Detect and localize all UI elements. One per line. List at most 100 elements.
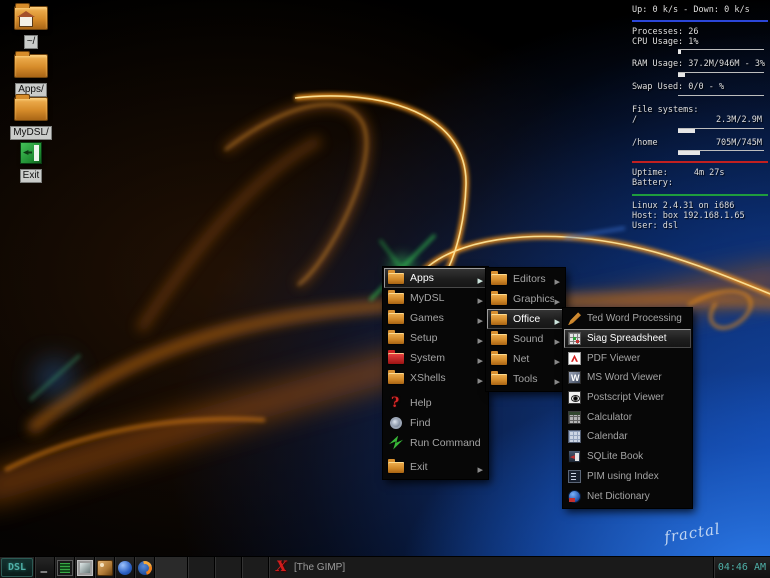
submenu-arrow-icon — [554, 290, 560, 309]
menu-item-siag-spreadsheet[interactable]: Siag Spreadsheet — [564, 329, 691, 349]
clock-text: 04:46 AM — [718, 562, 766, 573]
submenu-arrow-icon — [477, 349, 483, 368]
office-submenu: Ted Word Processing Siag Spreadsheet PDF… — [563, 308, 692, 508]
minimize-icon — [40, 562, 50, 574]
sqlite-book-icon — [568, 450, 581, 463]
home-folder-icon — [14, 6, 48, 30]
menu-item-label: Postscript Viewer — [587, 392, 687, 403]
menu-item-label: Calculator — [587, 412, 687, 423]
menu-item-exit[interactable]: Exit — [384, 457, 487, 477]
submenu-arrow-icon — [477, 369, 483, 388]
menu-item-games[interactable]: Games — [384, 308, 487, 328]
taskbar-browser-launcher[interactable] — [134, 557, 154, 578]
separator-red — [632, 161, 768, 163]
menu-item-postscript-viewer[interactable]: Postscript Viewer — [564, 388, 691, 408]
menu-item-graphics[interactable]: Graphics — [487, 289, 564, 309]
menu-item-xshells[interactable]: XShells — [384, 368, 487, 388]
uptime-value: 4m 27s — [694, 169, 725, 179]
postscript-eye-icon — [568, 391, 581, 404]
menu-item-label: Run Command — [410, 437, 483, 449]
folder-icon — [388, 462, 404, 473]
menu-item-pdf-viewer[interactable]: PDF Viewer — [564, 348, 691, 368]
menu-item-label: Office — [513, 313, 554, 325]
start-button[interactable]: DSL — [1, 558, 33, 577]
fs-home-value: 705M/745M — [716, 139, 762, 149]
submenu-arrow-icon — [554, 350, 560, 369]
menu-item-tools[interactable]: Tools — [487, 369, 564, 389]
menu-item-run-command[interactable]: Run Command — [384, 433, 487, 453]
menu-item-pim-using-index[interactable]: PIM using Index — [564, 467, 691, 487]
menu-item-label: Tools — [513, 373, 554, 385]
separator-blue — [632, 20, 768, 22]
menu-item-help[interactable]: Help — [384, 393, 487, 413]
menu-item-calendar[interactable]: Calendar — [564, 427, 691, 447]
menu-item-label: Apps — [410, 272, 477, 284]
task-button-gimp[interactable]: [The GIMP] — [268, 557, 713, 578]
calculator-icon — [568, 411, 581, 424]
fs-root-label: / — [632, 116, 637, 126]
menu-item-calculator[interactable]: Calculator — [564, 407, 691, 427]
swap-bar — [678, 95, 764, 101]
ram-usage-line: RAM Usage: 37.2M/946M - 3% — [632, 60, 768, 70]
menu-item-label: Exit — [410, 461, 477, 473]
submenu-arrow-icon — [477, 329, 483, 348]
taskbar-monitor-launcher[interactable] — [74, 557, 94, 578]
separator-green — [632, 194, 768, 196]
menu-item-label: PDF Viewer — [587, 353, 687, 364]
submenu-arrow-icon — [477, 269, 483, 288]
menu-item-label: Ted Word Processing — [587, 313, 687, 324]
submenu-arrow-icon — [554, 370, 560, 389]
task-button-label: [The GIMP] — [294, 562, 345, 573]
taskbar-empty-slot — [241, 557, 268, 578]
menu-item-label: MS Word Viewer — [587, 372, 687, 383]
menu-item-label: Games — [410, 312, 477, 324]
menu-item-system[interactable]: System — [384, 348, 487, 368]
menu-item-label: PIM using Index — [587, 471, 687, 482]
menu-item-sound[interactable]: Sound — [487, 329, 564, 349]
menu-item-label: XShells — [410, 372, 477, 384]
submenu-arrow-icon — [477, 458, 483, 477]
menu-item-find[interactable]: Find — [384, 413, 487, 433]
menu-item-net-dictionary[interactable]: Net Dictionary — [564, 486, 691, 506]
desktop-icon-apps[interactable]: Apps/ — [2, 50, 60, 97]
menu-item-mydsl[interactable]: MyDSL — [384, 288, 487, 308]
menu-item-label: Help — [410, 397, 483, 409]
desktop-icon-home[interactable]: ~/ — [2, 2, 60, 49]
fs-home-bar — [678, 150, 764, 156]
net-speed-line: Up: 0 k/s - Down: 0 k/s — [632, 6, 768, 16]
folder-icon — [491, 314, 507, 325]
taskbar-filemanager-launcher[interactable] — [94, 557, 114, 578]
menu-item-setup[interactable]: Setup — [384, 328, 487, 348]
fs-home-row: /home 705M/745M — [632, 139, 768, 149]
menu-item-editors[interactable]: Editors — [487, 269, 564, 289]
clock: 04:46 AM — [713, 557, 770, 578]
menu-item-office[interactable]: Office — [487, 309, 564, 329]
menu-item-sqlite-book[interactable]: SQLite Book — [564, 447, 691, 467]
dictionary-globe-icon — [568, 490, 581, 503]
menu-item-label: Editors — [513, 273, 554, 285]
folder-icon — [388, 333, 404, 344]
desktop: fractal ~/ Apps/ MyDSL/ Exit Up: 0 k/s -… — [0, 0, 770, 578]
desktop-icon-exit[interactable]: Exit — [2, 138, 60, 183]
menu-item-ms-word-viewer[interactable]: MS Word Viewer — [564, 368, 691, 388]
taskbar-editor-launcher[interactable] — [114, 557, 134, 578]
menu-item-label: MyDSL — [410, 292, 477, 304]
menu-item-label: Setup — [410, 332, 477, 344]
taskbar-minimize-button[interactable] — [34, 557, 54, 578]
taskbar-terminal-launcher[interactable] — [54, 557, 74, 578]
menu-item-ted-word-processing[interactable]: Ted Word Processing — [564, 309, 691, 329]
menu-item-label: System — [410, 352, 477, 364]
fs-root-value: 2.3M/2.9M — [716, 116, 762, 126]
menu-item-net[interactable]: Net — [487, 349, 564, 369]
editor-icon — [118, 561, 132, 575]
workspace-pager[interactable] — [154, 557, 187, 578]
cpu-bar — [678, 49, 764, 55]
spreadsheet-icon — [568, 332, 581, 345]
start-button-label: DSL — [8, 562, 26, 573]
fs-root-row: / 2.3M/2.9M — [632, 116, 768, 126]
desktop-icon-mydsl[interactable]: MyDSL/ — [2, 93, 60, 140]
menu-item-label: Graphics — [513, 293, 554, 305]
user-line: User: dsl — [632, 222, 768, 232]
menu-item-apps[interactable]: Apps — [384, 268, 487, 288]
fs-root-bar — [678, 128, 764, 134]
